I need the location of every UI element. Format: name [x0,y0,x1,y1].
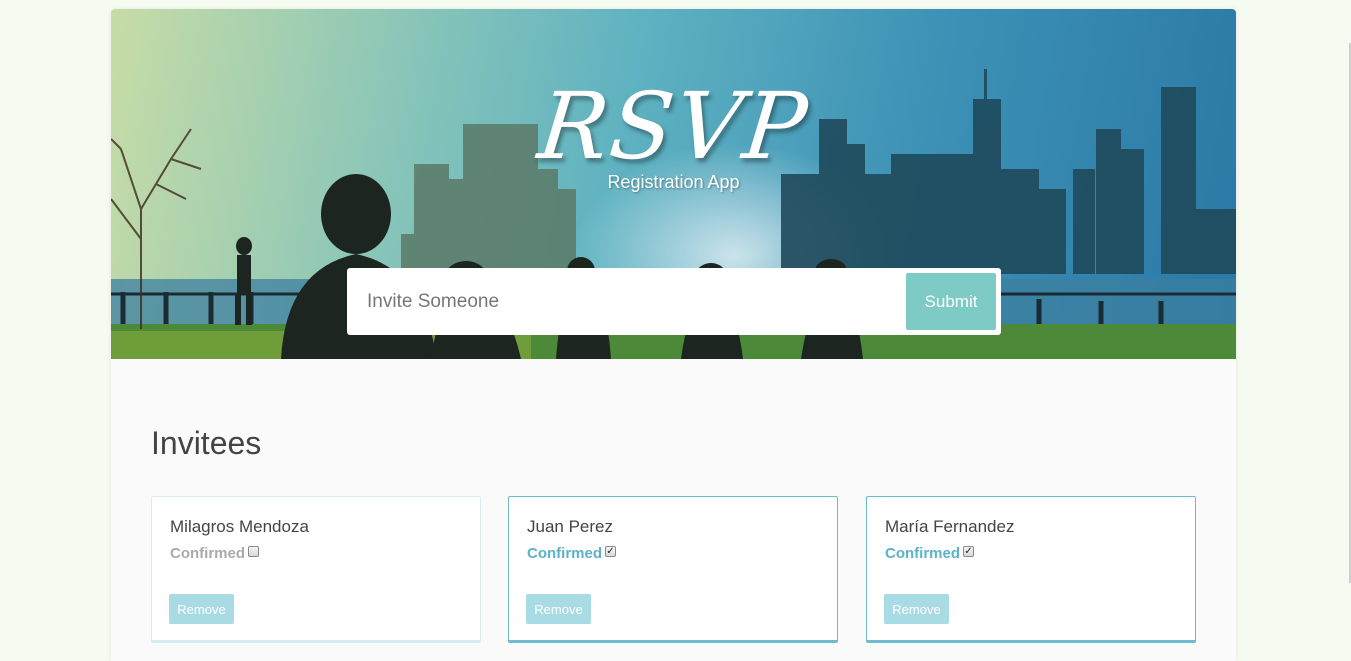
invitee-card: Milagros Mendoza Confirmed Remove [151,496,481,643]
app-subtitle: Registration App [607,172,740,192]
invite-input[interactable] [347,268,887,335]
confirmed-label: Confirmed [170,545,245,562]
invitee-name: Juan Perez [527,517,613,536]
remove-button[interactable]: Remove [884,594,949,624]
confirmed-toggle[interactable]: Confirmed [170,545,259,562]
rsvp-app: RSVP Registration App Submit Invitees Mi… [111,9,1236,661]
invitee-name: Milagros Mendoza [170,517,309,536]
confirmed-toggle[interactable]: Confirmed ✓ [885,545,974,562]
hero-header: RSVP Registration App Submit [111,9,1236,359]
check-mark-icon: ✓ [964,546,973,557]
remove-button[interactable]: Remove [526,594,591,624]
invitee-card: María Fernandez Confirmed ✓ Remove [866,496,1196,643]
confirmed-checkbox[interactable]: ✓ [963,546,974,557]
invitee-name: María Fernandez [885,517,1015,536]
remove-button[interactable]: Remove [169,594,234,624]
app-title: RSVP [533,73,814,180]
check-mark-icon: ✓ [606,546,615,557]
invitees-heading: Invitees [151,425,262,461]
submit-button[interactable]: Submit [906,273,996,330]
confirmed-toggle[interactable]: Confirmed ✓ [527,545,616,562]
invite-form: Submit [347,268,1001,335]
confirmed-label: Confirmed [527,545,602,562]
confirmed-checkbox[interactable] [248,546,259,557]
confirmed-label: Confirmed [885,545,960,562]
invitee-card: Juan Perez Confirmed ✓ Remove [508,496,838,643]
confirmed-checkbox[interactable]: ✓ [605,546,616,557]
